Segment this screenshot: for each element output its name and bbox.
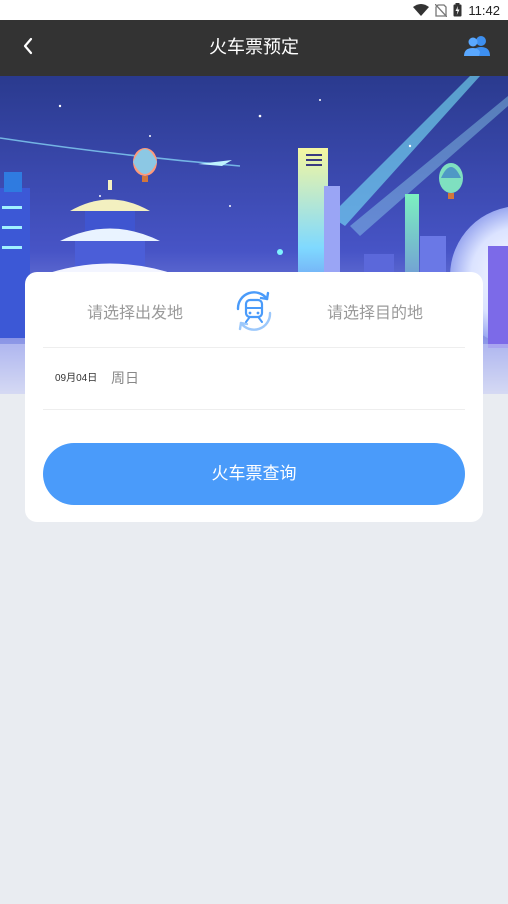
user-center-button[interactable] — [462, 34, 492, 62]
page-title: 火车票预定 — [209, 37, 299, 58]
status-icons: 11:42 — [413, 0, 500, 20]
chevron-left-icon — [22, 37, 34, 59]
wifi-icon — [413, 4, 430, 16]
status-time: 11:42 — [468, 2, 500, 18]
train-ticket-query-button[interactable]: 火车票查询 — [43, 443, 465, 505]
status-bar: 11:42 — [0, 0, 508, 20]
app-bar: 火车票预定 — [0, 20, 508, 76]
no-sim-icon — [435, 3, 448, 17]
departure-date-selector[interactable]: 09月04日 周日 — [43, 348, 465, 410]
battery-charging-icon — [453, 3, 462, 17]
train-swap-icon — [231, 291, 277, 338]
ticket-search-card: 请选择出发地 请选择目的地 09月04日 周日 火车票查询 — [25, 272, 483, 522]
destination-station-selector[interactable]: 请选择目的地 — [327, 272, 423, 348]
user-group-icon — [464, 35, 490, 61]
station-selector-row: 请选择出发地 请选择目的地 — [43, 272, 465, 348]
swap-stations-button[interactable] — [231, 288, 277, 334]
departure-station-selector[interactable]: 请选择出发地 — [87, 272, 183, 348]
departure-date: 09月04日 — [55, 373, 98, 384]
back-button[interactable] — [10, 32, 46, 64]
departure-weekday: 周日 — [111, 371, 139, 387]
